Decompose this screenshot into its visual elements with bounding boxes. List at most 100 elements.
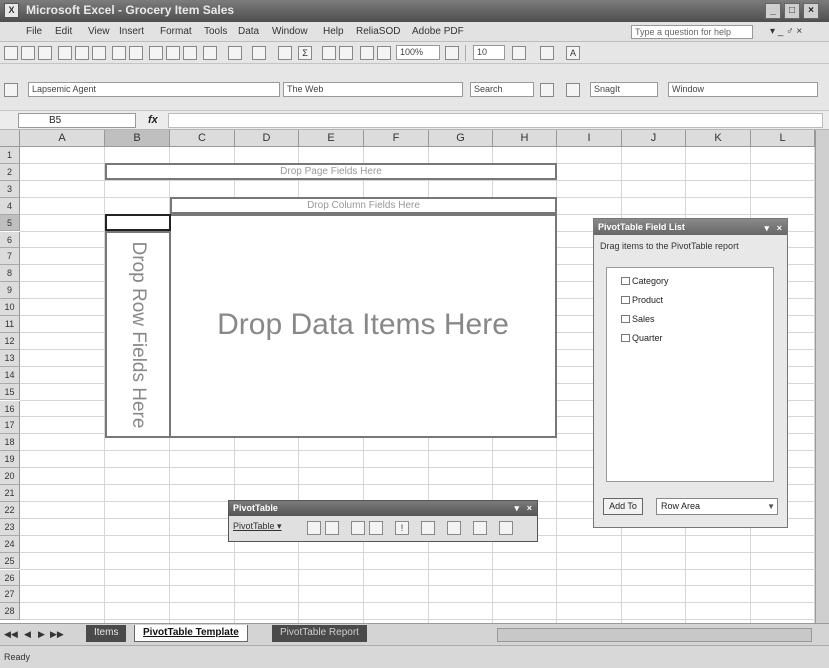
row-header-24[interactable]: 24 [0, 535, 20, 553]
sheet-tab-pivottable-report[interactable]: PivotTable Report [272, 625, 367, 642]
menu-data[interactable]: Data [238, 26, 259, 37]
field-category[interactable]: Category [621, 276, 669, 286]
refresh-icon[interactable] [540, 83, 554, 97]
row-header-13[interactable]: 13 [0, 349, 20, 367]
field-product[interactable]: Product [621, 295, 663, 305]
row-header-25[interactable]: 25 [0, 552, 20, 570]
row-header-22[interactable]: 22 [0, 501, 20, 519]
zoom-field[interactable]: 100% [396, 45, 440, 60]
excel-icon[interactable]: X [4, 3, 19, 18]
format-report-icon[interactable] [307, 521, 321, 535]
cut-icon[interactable] [149, 46, 163, 60]
pivottable-menu-button[interactable]: PivotTable ▾ [233, 521, 282, 532]
show-detail-icon[interactable] [369, 521, 383, 535]
drop-column-fields-zone[interactable]: Drop Column Fields Here [170, 197, 557, 214]
help-search-input[interactable]: Type a question for help [631, 25, 753, 39]
menu-insert[interactable]: Insert [119, 26, 144, 37]
include-hidden-icon[interactable] [421, 521, 435, 535]
row-header-4[interactable]: 4 [0, 197, 20, 215]
chart-wizard-icon[interactable] [325, 521, 339, 535]
row-header-5[interactable]: 5 [0, 214, 20, 232]
row-header-28[interactable]: 28 [0, 603, 20, 621]
fx-icon[interactable]: fx [148, 114, 158, 126]
print-preview-icon[interactable] [92, 46, 106, 60]
menu-reliasod[interactable]: ReliaSOD [356, 26, 400, 37]
refresh-data-icon[interactable]: ! [395, 521, 409, 535]
paste-icon[interactable] [183, 46, 197, 60]
borders-icon[interactable] [512, 46, 526, 60]
redo-icon[interactable] [252, 46, 266, 60]
row-header-18[interactable]: 18 [0, 434, 20, 452]
row-header-27[interactable]: 27 [0, 586, 20, 604]
open-icon[interactable] [21, 46, 35, 60]
row-header-1[interactable]: 1 [0, 147, 20, 164]
sheet-tab-pivottable-template[interactable]: PivotTable Template [134, 625, 248, 642]
select-all-corner[interactable] [0, 130, 20, 147]
column-header-j[interactable]: J [622, 130, 686, 147]
sort-descending-icon[interactable] [339, 46, 353, 60]
fill-color-icon[interactable] [540, 46, 554, 60]
search-button[interactable]: Search [470, 82, 534, 97]
hyperlink-icon[interactable] [278, 46, 292, 60]
column-header-c[interactable]: C [170, 130, 235, 147]
autosum-icon[interactable]: Σ [298, 46, 312, 60]
first-sheet-icon[interactable]: ◀◀ [4, 629, 18, 640]
menu-adobe-pdf[interactable]: Adobe PDF [412, 26, 464, 37]
minimize-button[interactable]: _ [765, 3, 781, 19]
row-header-21[interactable]: 21 [0, 485, 20, 502]
hide-field-list-icon[interactable] [473, 521, 487, 535]
go-icon[interactable] [4, 83, 18, 97]
field-sales[interactable]: Sales [621, 314, 655, 324]
dropdown-icon[interactable]: ▾ [764, 220, 769, 236]
font-color-icon[interactable]: A [566, 46, 580, 60]
row-header-19[interactable]: 19 [0, 451, 20, 469]
add-to-button[interactable]: Add To [603, 498, 643, 515]
font-size-field[interactable]: 10 [473, 45, 505, 60]
menu-edit[interactable]: Edit [55, 26, 72, 37]
row-header-8[interactable]: 8 [0, 265, 20, 283]
row-header-10[interactable]: 10 [0, 299, 20, 316]
menu-tools[interactable]: Tools [204, 26, 227, 37]
drop-row-fields-zone[interactable]: Drop Row Fields Here [105, 231, 171, 438]
close-icon[interactable]: × [777, 220, 782, 236]
drop-data-items-zone[interactable]: Drop Data Items Here [169, 214, 557, 438]
menu-file[interactable]: File [26, 26, 42, 37]
window-field[interactable]: Window [668, 82, 818, 97]
sort-ascending-icon[interactable] [322, 46, 336, 60]
column-header-g[interactable]: G [429, 130, 493, 147]
row-header-23[interactable]: 23 [0, 518, 20, 536]
help-icon[interactable] [445, 46, 459, 60]
field-quarter[interactable]: Quarter [621, 333, 663, 343]
row-header-26[interactable]: 26 [0, 569, 20, 587]
permission-icon[interactable] [58, 46, 72, 60]
column-header-d[interactable]: D [235, 130, 299, 147]
column-header-e[interactable]: E [299, 130, 364, 147]
row-header-6[interactable]: 6 [0, 231, 20, 249]
row-header-20[interactable]: 20 [0, 468, 20, 485]
next-sheet-icon[interactable]: ▶ [38, 629, 45, 640]
dropdown-icon[interactable]: ▾ [514, 501, 519, 516]
undo-icon[interactable] [228, 46, 242, 60]
row-header-16[interactable]: 16 [0, 400, 20, 418]
area-select[interactable]: Row Area ▼ [656, 498, 778, 515]
print-icon[interactable] [75, 46, 89, 60]
prev-sheet-icon[interactable]: ◀ [24, 629, 31, 640]
column-header-k[interactable]: K [686, 130, 751, 147]
new-icon[interactable] [4, 46, 18, 60]
column-header-f[interactable]: F [364, 130, 429, 147]
column-header-a[interactable]: A [20, 130, 105, 147]
maximize-button[interactable]: □ [784, 3, 800, 19]
column-header-l[interactable]: L [751, 130, 815, 147]
row-header-14[interactable]: 14 [0, 366, 20, 384]
field-list-header[interactable]: PivotTable Field List ▾ × [594, 219, 787, 235]
name-box[interactable]: B5 [18, 113, 136, 128]
save-icon[interactable] [38, 46, 52, 60]
row-header-12[interactable]: 12 [0, 332, 20, 350]
last-sheet-icon[interactable]: ▶▶ [50, 629, 64, 640]
menu-view[interactable]: View [88, 26, 110, 37]
horizontal-scrollbar[interactable] [497, 628, 812, 642]
close-workbook-icon[interactable]: ▾ _ ♂ × [770, 26, 802, 37]
copy-icon[interactable] [166, 46, 180, 60]
row-header-11[interactable]: 11 [0, 316, 20, 333]
field-settings-icon[interactable] [447, 521, 461, 535]
